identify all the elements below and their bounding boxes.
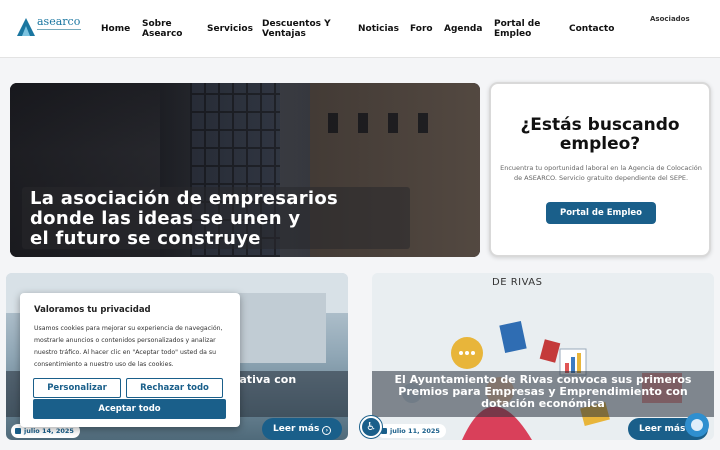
portal-empleo-button[interactable]: Portal de Empleo <box>546 202 656 224</box>
chat-icon[interactable] <box>685 413 709 437</box>
job-card-text: Encuentra tu oportunidad laboral en la A… <box>500 164 702 182</box>
hero-title-line: el futuro se construye <box>30 228 261 249</box>
cookie-title: Valoramos tu privacidad <box>34 305 151 315</box>
accept-all-button[interactable]: Aceptar todo <box>33 399 226 419</box>
news-date-text: julio 11, 2025 <box>390 427 440 435</box>
calendar-icon <box>15 428 21 434</box>
calendar-icon <box>381 428 387 434</box>
read-more-button[interactable]: Leer más› <box>262 418 342 440</box>
nav-home[interactable]: Home <box>101 24 130 34</box>
news-date: julio 11, 2025 <box>377 424 446 438</box>
news-image-caption: DE RIVAS <box>492 277 543 288</box>
nav-portal-empleo[interactable]: Portal de Empleo <box>494 19 554 39</box>
job-search-card: ¿Estás buscando empleo? Encuentra tu opo… <box>489 82 711 257</box>
reject-all-button[interactable]: Rechazar todo <box>126 378 223 398</box>
logo-tagline-line <box>37 29 81 32</box>
nav-servicios[interactable]: Servicios <box>207 24 253 34</box>
accessibility-icon[interactable]: ♿ <box>360 416 382 438</box>
hero-title: La asociación de empresarios donde las i… <box>30 189 420 249</box>
nav-asociados[interactable]: Asociados <box>650 15 690 23</box>
hero-banner: La asociación de empresarios donde las i… <box>10 83 480 257</box>
read-more-label: Leer más <box>639 424 686 434</box>
nav-noticias[interactable]: Noticias <box>358 24 399 34</box>
read-more-label: Leer más <box>273 424 320 434</box>
news-title[interactable]: El Ayuntamiento de Rivas convoca sus pri… <box>378 374 708 410</box>
nav-sobre[interactable]: Sobre Asearco <box>142 19 192 39</box>
hero-title-line: La asociación de empresarios <box>30 188 339 209</box>
customize-button[interactable]: Personalizar <box>33 378 121 398</box>
logo-text: asearco <box>37 15 81 28</box>
chat-bubble <box>691 419 703 431</box>
cookie-text: Usamos cookies para mejorar su experienc… <box>34 325 223 368</box>
hero-title-line: donde las ideas se unen y <box>30 208 301 229</box>
cookie-consent-dialog: Valoramos tu privacidad Usamos cookies p… <box>20 293 240 427</box>
nav-contacto[interactable]: Contacto <box>569 24 614 34</box>
news-card[interactable]: DE RIVAS El Ayuntamiento de Rivas convoc… <box>372 273 714 440</box>
job-card-title: ¿Estás buscando empleo? <box>520 115 680 154</box>
news-date-text: julio 14, 2025 <box>24 427 74 435</box>
site-header: asearco Home Sobre Asearco Servicios Des… <box>0 0 720 58</box>
nav-foro[interactable]: Foro <box>410 24 433 34</box>
logo-mark-icon <box>17 18 35 36</box>
nav-agenda[interactable]: Agenda <box>444 24 482 34</box>
site-logo[interactable]: asearco <box>17 15 81 38</box>
arrow-right-circle-icon: › <box>322 426 332 435</box>
nav-descuentos[interactable]: Descuentos Y Ventajas <box>262 19 342 39</box>
